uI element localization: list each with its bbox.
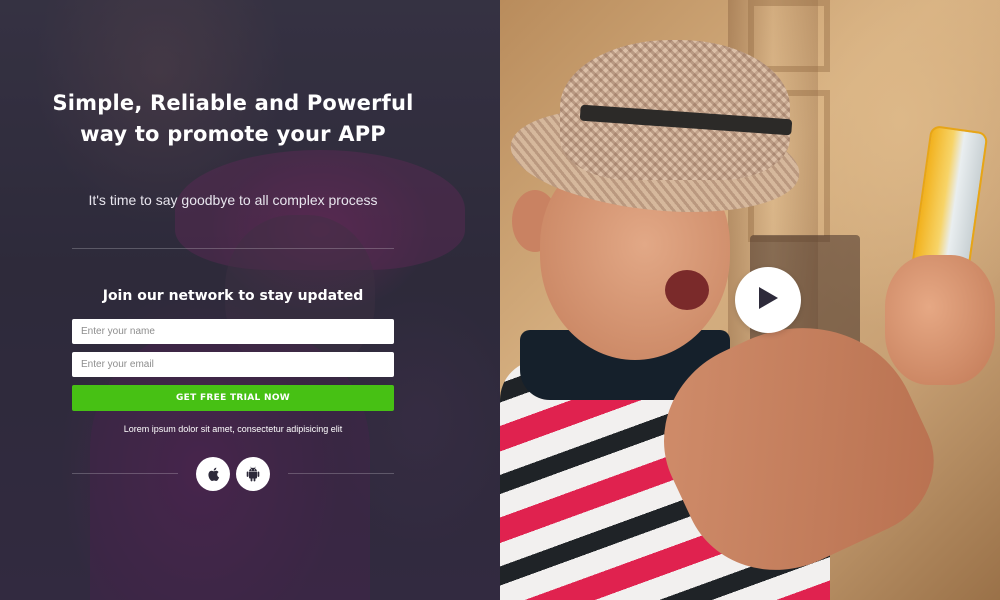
app-store-button[interactable] <box>196 457 230 491</box>
divider-left <box>72 473 178 474</box>
boy-hand <box>885 255 995 385</box>
play-icon <box>757 286 779 315</box>
email-input[interactable] <box>72 352 394 377</box>
free-trial-button[interactable]: GET FREE TRIAL NOW <box>72 385 394 411</box>
hero-subtitle: It's time to say goodbye to all complex … <box>88 192 378 208</box>
name-input[interactable] <box>72 319 394 344</box>
signup-note: Lorem ipsum dolor sit amet, consectetur … <box>123 424 343 434</box>
google-play-button[interactable] <box>236 457 270 491</box>
hero-photo-panel <box>500 0 1000 600</box>
divider-right <box>288 473 394 474</box>
landing-page: Simple, Reliable and Powerful way to pro… <box>0 0 1000 600</box>
apple-icon <box>206 466 220 482</box>
android-icon <box>246 466 260 482</box>
signup-panel: Simple, Reliable and Powerful way to pro… <box>0 0 500 600</box>
signup-heading: Join our network to stay updated <box>102 288 364 304</box>
hero-headline: Simple, Reliable and Powerful way to pro… <box>52 91 414 146</box>
divider <box>72 248 394 249</box>
play-video-button[interactable] <box>735 267 801 333</box>
boy-mouth <box>665 270 709 310</box>
